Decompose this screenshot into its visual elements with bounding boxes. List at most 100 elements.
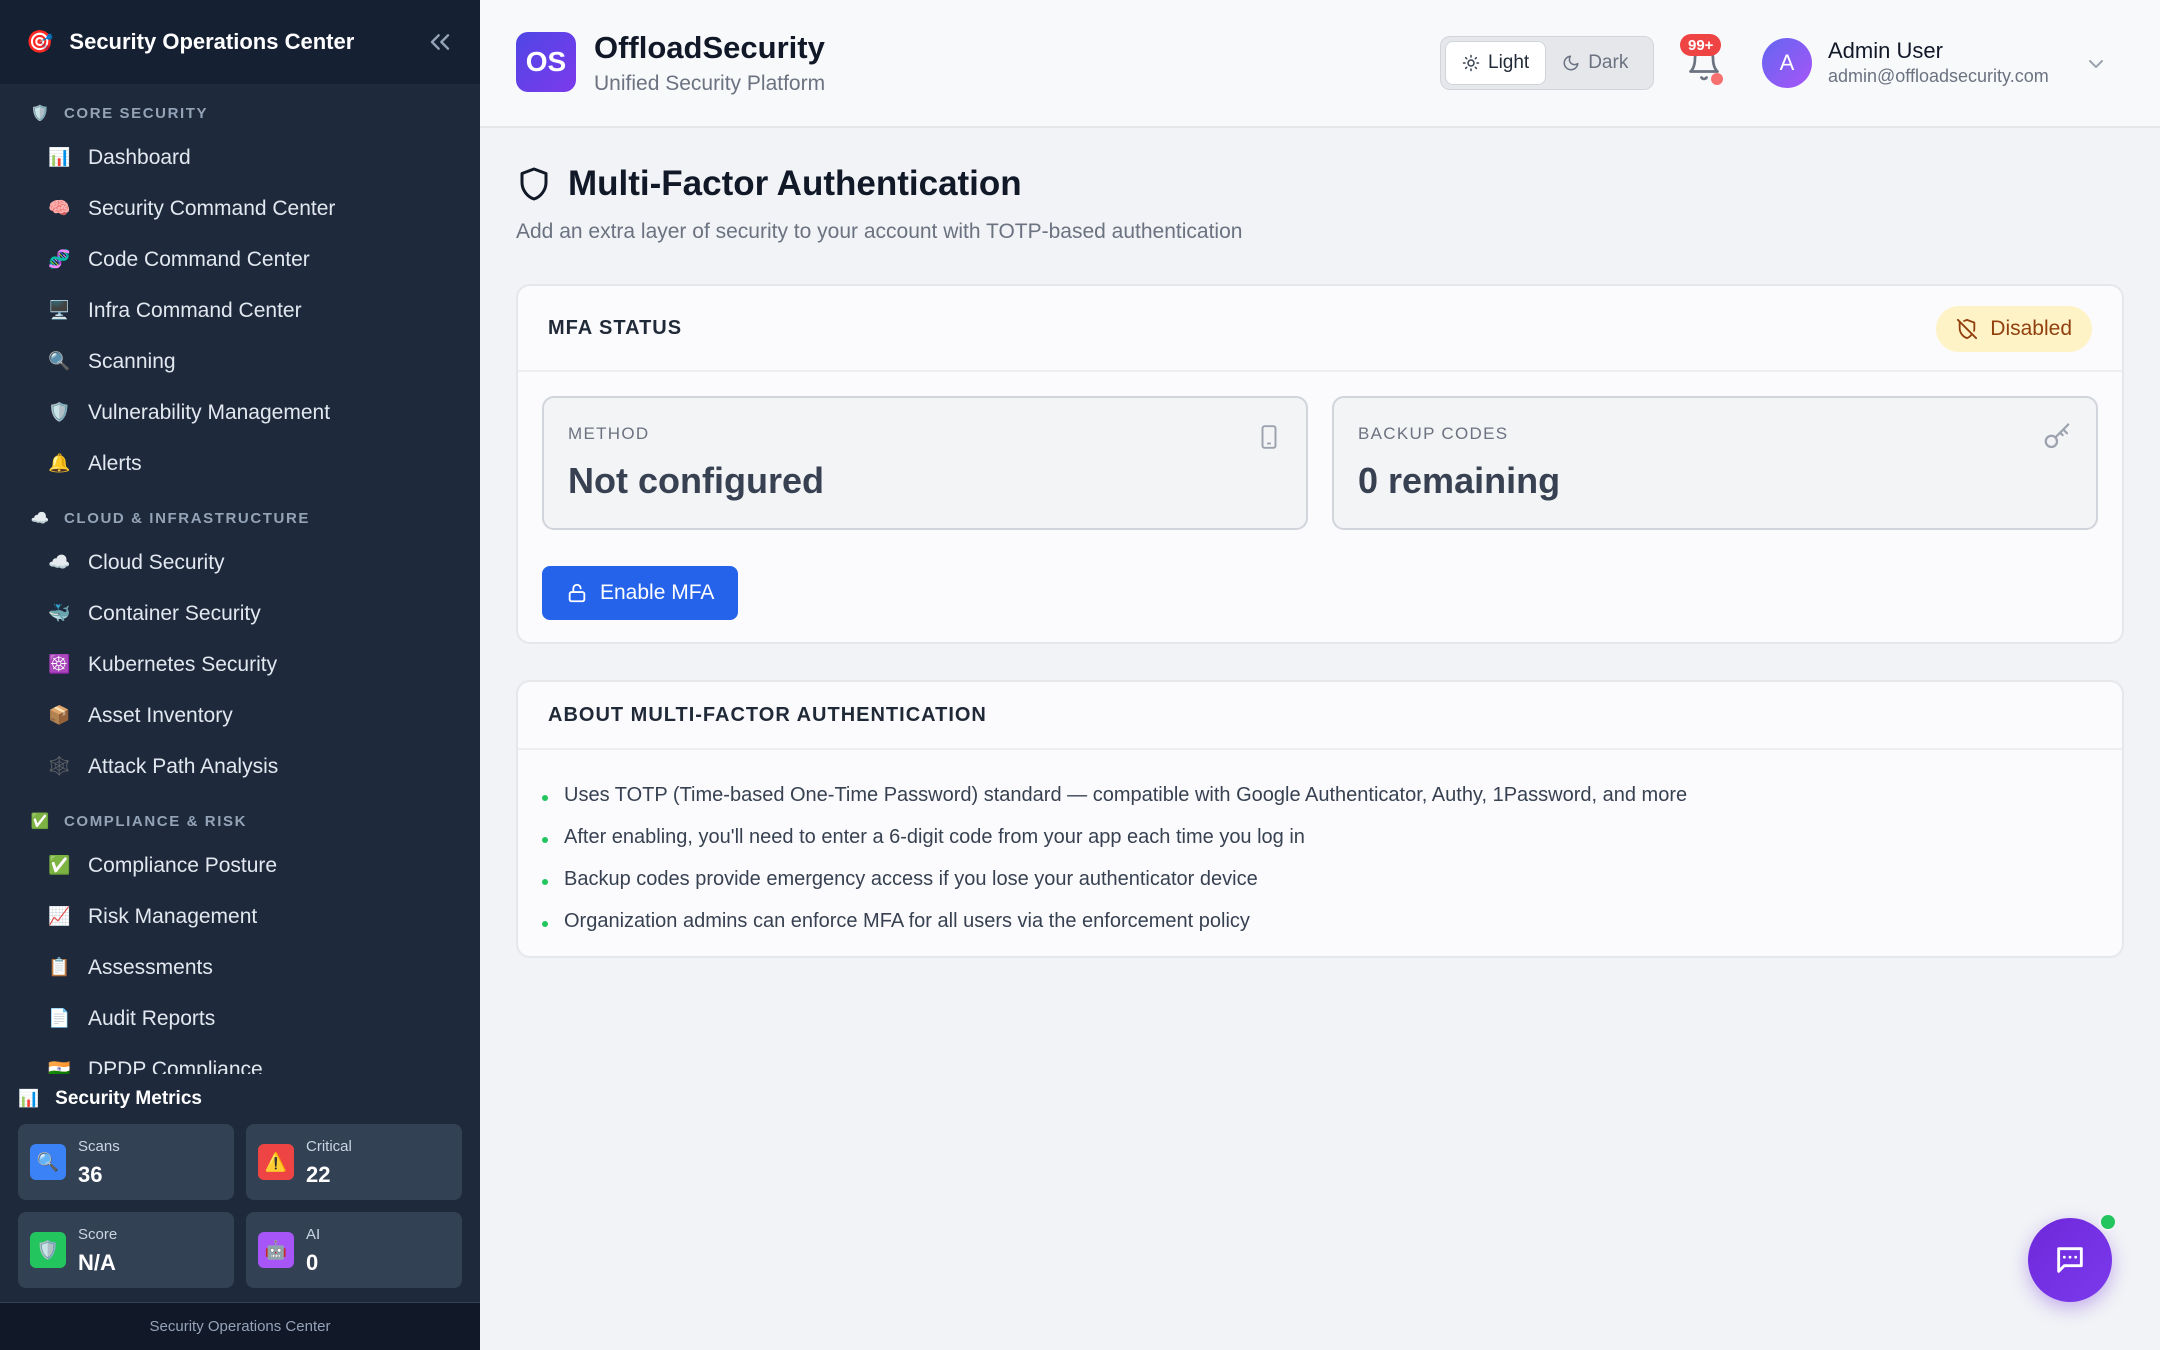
sidebar-item-attack-path-analysis[interactable]: 🕸️ Attack Path Analysis <box>0 741 480 792</box>
metrics-title-label: Security Metrics <box>55 1088 202 1109</box>
about-mfa-card: ABOUT MULTI-FACTOR AUTHENTICATION Uses T… <box>516 680 2124 958</box>
whale-icon: 🐳 <box>48 603 71 623</box>
sidebar-item-label: DPDP Compliance <box>88 1057 263 1075</box>
sidebar-item-dashboard[interactable]: 📊 Dashboard <box>0 132 480 183</box>
page-title: Multi-Factor Authentication <box>568 164 1022 203</box>
sidebar-item-assessments[interactable]: 📋 Assessments <box>0 942 480 993</box>
chat-button[interactable] <box>2028 1218 2112 1302</box>
notification-dot <box>1711 73 1723 85</box>
sidebar-item-label: Audit Reports <box>88 1006 216 1030</box>
sidebar-item-infra-command-center[interactable]: 🖥️ Infra Command Center <box>0 285 480 336</box>
list-item-text: Uses TOTP (Time-based One-Time Password)… <box>564 783 1688 806</box>
document-icon: 📄 <box>48 1008 71 1028</box>
theme-dark-label: Dark <box>1588 52 1629 73</box>
section-label: CORE SECURITY <box>64 104 209 122</box>
bullet-dot <box>542 795 548 801</box>
metric-card-ai[interactable]: 🤖 AI 0 <box>246 1212 462 1288</box>
page-description: Add an extra layer of security to your a… <box>516 220 1243 243</box>
enable-mfa-button[interactable]: Enable MFA <box>542 566 739 620</box>
method-value: Not configured <box>568 460 824 501</box>
metric-value: 22 <box>306 1162 331 1187</box>
sidebar-item-label: Alerts <box>88 451 142 475</box>
metric-label: Score <box>78 1226 118 1243</box>
sun-icon <box>1462 54 1480 72</box>
metric-card-critical[interactable]: ⚠️ Critical 22 <box>246 1124 462 1200</box>
avatar[interactable]: A <box>1762 38 1812 88</box>
brain-icon: 🧠 <box>48 198 71 218</box>
metric-value: 36 <box>78 1162 103 1187</box>
shield-icon <box>520 167 548 201</box>
chat-icon <box>2057 1247 2083 1273</box>
collapse-sidebar-icon[interactable] <box>424 26 456 58</box>
sidebar-item-risk-management[interactable]: 📈 Risk Management <box>0 891 480 942</box>
check-icon: ✅ <box>48 855 71 875</box>
section-compliance-risk: ✅ COMPLIANCE & RISK <box>0 792 480 840</box>
sidebar-item-security-command-center[interactable]: 🧠 Security Command Center <box>0 183 480 234</box>
shield-icon: 🛡️ <box>30 1232 66 1268</box>
sidebar-item-label: Security Command Center <box>88 196 336 220</box>
sidebar-nav: 🛡️ CORE SECURITY 📊 Dashboard 🧠 Security Co… <box>0 84 480 1075</box>
sidebar-item-label: Risk Management <box>88 904 258 928</box>
online-indicator <box>2099 1213 2117 1231</box>
backup-codes-label: BACKUP CODES <box>1358 424 1509 443</box>
sidebar-item-kubernetes-security[interactable]: ☸️ Kubernetes Security <box>0 639 480 690</box>
metric-label: Scans <box>78 1138 120 1155</box>
sidebar-item-compliance-posture[interactable]: ✅ Compliance Posture <box>0 840 480 891</box>
section-cloud-infrastructure: ☁️ CLOUD & INFRASTRUCTURE <box>0 489 480 537</box>
shield-off-icon <box>1957 318 1978 340</box>
sidebar-item-scanning[interactable]: 🔍 Scanning <box>0 336 480 387</box>
sidebar-item-cloud-security[interactable]: ☁️ Cloud Security <box>0 537 480 588</box>
shield-icon: 🛡️ <box>48 402 71 422</box>
sidebar-item-container-security[interactable]: 🐳 Container Security <box>0 588 480 639</box>
web-icon: 🕸️ <box>48 756 71 776</box>
list-item: Uses TOTP (Time-based One-Time Password)… <box>542 774 2098 816</box>
user-name: Admin User <box>1828 38 1943 63</box>
bullet-dot <box>542 879 548 885</box>
brand-tagline: Unified Security Platform <box>594 72 826 95</box>
robot-icon: 🤖 <box>258 1232 294 1268</box>
sidebar-item-label: Kubernetes Security <box>88 652 278 676</box>
list-item-text: Organization admins can enforce MFA for … <box>564 909 1250 932</box>
backup-codes-value: 0 remaining <box>1358 460 1561 501</box>
metric-card-scans[interactable]: 🔍 Scans 36 <box>18 1124 234 1200</box>
bullet-dot <box>542 921 548 927</box>
sidebar-item-label: Dashboard <box>88 145 191 169</box>
cloud-icon: ☁️ <box>48 552 71 572</box>
bell-icon: 🔔 <box>48 453 71 473</box>
chevron-down-icon[interactable] <box>2084 52 2108 76</box>
sidebar-item-audit-reports[interactable]: 📄 Audit Reports <box>0 993 480 1044</box>
about-list: Uses TOTP (Time-based One-Time Password)… <box>518 750 2122 942</box>
sidebar-item-label: Scanning <box>88 349 176 373</box>
status-badge: Disabled <box>1936 306 2092 352</box>
security-metrics-panel: 📊 Security Metrics 🔍 Scans 36 ⚠️ Critica… <box>0 1074 480 1302</box>
sidebar-item-label: Infra Command Center <box>88 298 302 322</box>
sidebar-item-label: Code Command Center <box>88 247 310 271</box>
metric-label: AI <box>306 1226 321 1243</box>
metric-card-score[interactable]: 🛡️ Score N/A <box>18 1212 234 1288</box>
theme-light-button[interactable]: Light <box>1445 41 1547 85</box>
user-email: admin@offloadsecurity.com <box>1828 66 2049 86</box>
list-item: After enabling, you'll need to enter a 6… <box>542 816 2098 858</box>
check-icon: ✅ <box>30 813 50 830</box>
theme-toggle: Light Dark <box>1440 36 1654 90</box>
list-item: Backup codes provide emergency access if… <box>542 858 2098 900</box>
card-header: ABOUT MULTI-FACTOR AUTHENTICATION <box>518 682 2122 750</box>
lock-icon <box>568 583 586 603</box>
chart-icon: 📊 <box>18 1089 40 1108</box>
section-core-security: 🛡️ CORE SECURITY <box>0 84 480 132</box>
sidebar-item-code-command-center[interactable]: 🧬 Code Command Center <box>0 234 480 285</box>
cloud-icon: ☁️ <box>30 510 50 527</box>
sidebar-item-asset-inventory[interactable]: 📦 Asset Inventory <box>0 690 480 741</box>
bullet-dot <box>542 837 548 843</box>
flag-icon: 🇮🇳 <box>48 1059 71 1074</box>
sidebar-item-alerts[interactable]: 🔔 Alerts <box>0 438 480 489</box>
brand-logo[interactable]: OS <box>516 32 576 92</box>
sidebar-item-dpdp-compliance[interactable]: 🇮🇳 DPDP Compliance <box>0 1044 480 1075</box>
sidebar-item-vulnerability-management[interactable]: 🛡️ Vulnerability Management <box>0 387 480 438</box>
theme-dark-button[interactable]: Dark <box>1546 41 1644 85</box>
clipboard-icon: 📋 <box>48 957 71 977</box>
metrics-title: 📊 Security Metrics <box>0 1074 480 1124</box>
trend-chart-icon: 📈 <box>48 906 71 926</box>
top-header: OS OffloadSecurity Unified Security Plat… <box>480 0 2160 128</box>
dna-icon: 🧬 <box>48 249 71 269</box>
